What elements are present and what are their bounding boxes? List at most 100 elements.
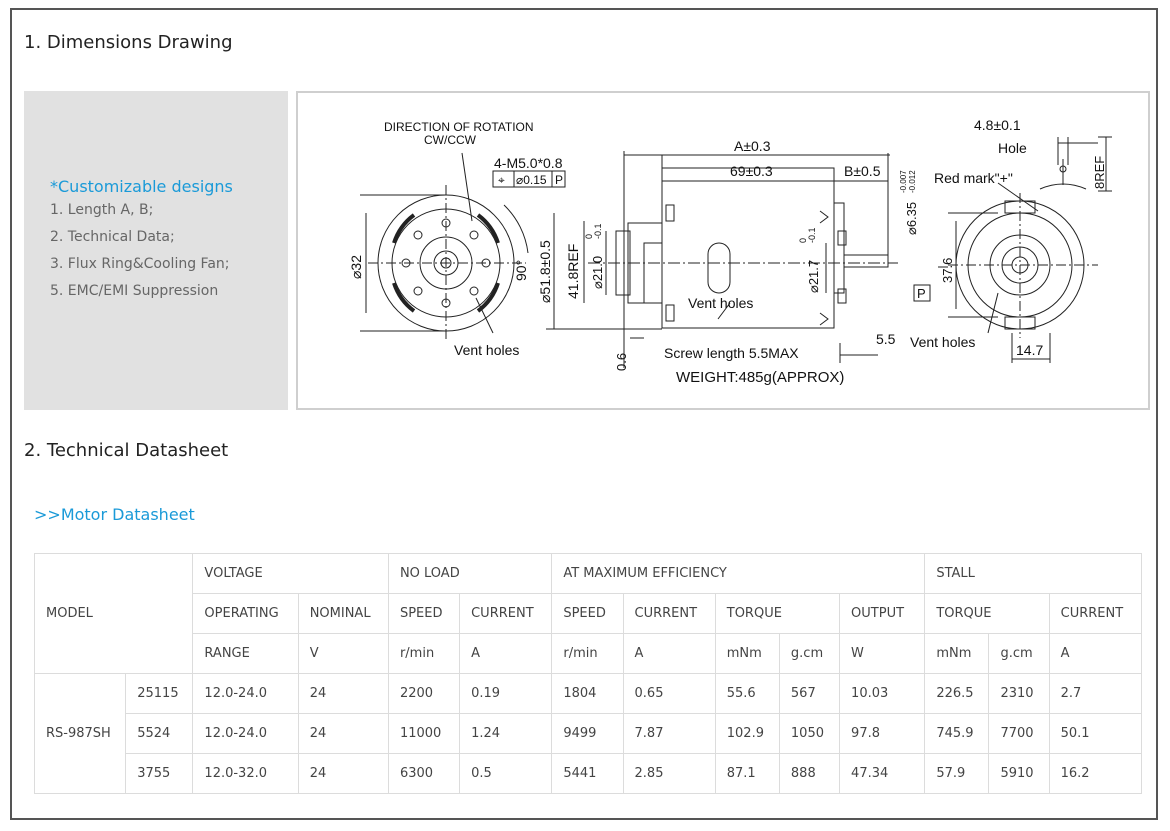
customizable-panel: *Customizable designs 1. Length A, B; 2.… xyxy=(24,91,288,410)
dim-ref-8: 8REF xyxy=(1092,156,1107,189)
table-row: RS-987SH 25115 12.0-24.0 24 2200 0.19 18… xyxy=(33,673,1143,794)
table-cell: 0.19 xyxy=(459,673,553,714)
vent-holes-rear: Vent holes xyxy=(910,334,975,350)
unit-cell: mNm xyxy=(714,633,780,674)
stall-header: STALL xyxy=(924,553,1142,594)
dim-dia-shaft: ⌀6.35 xyxy=(904,202,919,235)
table-cell: 9499 xyxy=(551,713,624,754)
table-row: 3755 12.0-32.0 24 6300 0.5 5441 2.85 87.… xyxy=(35,753,1143,794)
table-cell: 226.5 xyxy=(924,673,990,714)
table-cell: 50.1 xyxy=(1048,713,1143,754)
unit-cell: mNm xyxy=(924,633,990,674)
dim-gap-06: 0.6 xyxy=(614,353,629,371)
datasheet-table: MODEL VOLTAGE NO LOAD AT MAXIMUM EFFICIE… xyxy=(33,553,1143,794)
table-cell: 0.65 xyxy=(622,673,716,714)
table-cell: 24 xyxy=(297,753,389,794)
unit-cell: g.cm xyxy=(988,633,1050,674)
table-cell: 25115 xyxy=(125,673,194,714)
section-title-datasheet: 2. Technical Datasheet xyxy=(24,440,229,461)
dim-dia-32: ⌀32 xyxy=(348,255,364,279)
table-cell: 1.24 xyxy=(459,713,553,754)
table-cell: 888 xyxy=(778,753,841,794)
table-cell: 16.2 xyxy=(1048,753,1143,794)
current-header: CURRENT xyxy=(622,593,716,634)
motor-datasheet-link[interactable]: >>Motor Datasheet xyxy=(34,505,195,524)
table-cell: 2310 xyxy=(988,673,1050,714)
dim-14-7: 14.7 xyxy=(1016,342,1043,358)
table-cell: 10.03 xyxy=(839,673,926,714)
table-cell: 745.9 xyxy=(924,713,990,754)
unit-cell: A xyxy=(622,633,716,674)
page-frame: 1. Dimensions Drawing *Customizable desi… xyxy=(10,8,1158,820)
dim-4-8: 4.8±0.1 xyxy=(974,117,1021,133)
unit-cell: g.cm xyxy=(778,633,841,674)
output-header: OUTPUT xyxy=(839,593,926,634)
table-cell: 57.9 xyxy=(924,753,990,794)
table-cell: 0.5 xyxy=(459,753,553,794)
customizable-title: *Customizable designs xyxy=(50,177,233,196)
dim-ref-41: 41.8REF xyxy=(565,244,581,299)
table-row: 5524 12.0-24.0 24 11000 1.24 9499 7.87 1… xyxy=(35,713,1143,754)
red-mark-label: Red mark"+" xyxy=(934,170,1013,186)
dim-dia-21-lower: -0.1 xyxy=(593,223,603,239)
dim-dia-shaft-upper: -0.007 xyxy=(899,170,908,193)
max-efficiency-header: AT MAXIMUM EFFICIENCY xyxy=(551,553,926,594)
table-cell: 24 xyxy=(297,713,389,754)
dim-dia-21-7-lower: -0.1 xyxy=(807,227,817,243)
model-name-cell: RS-987SH xyxy=(33,673,127,794)
speed-header: SPEED xyxy=(551,593,624,634)
table-cell: 7.87 xyxy=(622,713,716,754)
datum-p-label: P xyxy=(917,286,926,301)
model-header: MODEL xyxy=(33,553,194,674)
customizable-item: 1. Length A, B; xyxy=(50,202,154,218)
table-cell: 12.0-24.0 xyxy=(192,673,299,714)
current-header: CURRENT xyxy=(1048,593,1143,634)
customizable-item: 3. Flux Ring&Cooling Fan; xyxy=(50,256,230,272)
table-cell: 2.85 xyxy=(622,753,716,794)
dim-length-b: B±0.5 xyxy=(844,163,881,179)
weight-label: WEIGHT:485g(APPROX) xyxy=(676,369,844,386)
table-cell: 5910 xyxy=(988,753,1050,794)
table-cell: 2200 xyxy=(387,673,461,714)
dim-angle: 90° xyxy=(513,260,529,281)
customizable-item: 5. EMC/EMI Suppression xyxy=(50,283,219,299)
table-units-row: RANGE V r/min A r/min A mNm g.cm W mNm g… xyxy=(35,633,1143,674)
table-cell: 3755 xyxy=(125,753,194,794)
tolerance-ref: P xyxy=(555,173,563,187)
dimension-drawing: DIRECTION OF ROTATION CW/CCW 4-M5.0*0.8 … xyxy=(296,91,1150,410)
unit-cell: r/min xyxy=(387,633,461,674)
table-cell: 102.9 xyxy=(714,713,780,754)
operating-header: OPERATING xyxy=(192,593,299,634)
screw-spec: 4-M5.0*0.8 xyxy=(494,155,563,171)
table-cell: 1050 xyxy=(778,713,841,754)
table-cell: 24 xyxy=(297,673,389,714)
speed-header: SPEED xyxy=(387,593,461,634)
table-header-row: MODEL VOLTAGE NO LOAD AT MAXIMUM EFFICIE… xyxy=(33,553,1142,674)
table-cell: 6300 xyxy=(387,753,461,794)
table-cell: 11000 xyxy=(387,713,461,754)
dim-37-6: 37.6 xyxy=(940,258,955,283)
rotation-direction: CW/CCW xyxy=(424,133,477,147)
motor-drawing-svg: DIRECTION OF ROTATION CW/CCW 4-M5.0*0.8 … xyxy=(348,117,1112,386)
table-header-row: OPERATING NOMINAL SPEED CURRENT SPEED CU… xyxy=(35,593,1143,634)
vent-holes-front: Vent holes xyxy=(454,342,519,358)
unit-cell: r/min xyxy=(551,633,624,674)
section-title-dimensions: 1. Dimensions Drawing xyxy=(24,32,233,53)
table-cell: 1804 xyxy=(551,673,624,714)
hole-label: Hole xyxy=(998,140,1027,156)
current-header: CURRENT xyxy=(459,593,553,634)
customizable-list: 1. Length A, B; 2. Technical Data; 3. Fl… xyxy=(50,201,229,309)
table-cell: 5524 xyxy=(125,713,194,754)
torque-header: TORQUE xyxy=(714,593,841,634)
vent-holes-side: Vent holes xyxy=(688,295,753,311)
dim-dia-21: ⌀21.0 xyxy=(590,256,605,289)
screw-length: Screw length 5.5MAX xyxy=(664,345,799,361)
tolerance-value: ⌀0.15 xyxy=(516,173,547,187)
table-cell: 47.34 xyxy=(839,753,926,794)
dim-dia-51: ⌀51.8±0.5 xyxy=(537,240,553,303)
dim-length-a: A±0.3 xyxy=(734,138,771,154)
rotation-label: DIRECTION OF ROTATION xyxy=(384,120,534,134)
table-cell: 567 xyxy=(778,673,841,714)
dim-5-5: 5.5 xyxy=(876,331,896,347)
dim-dia-shaft-lower: -0.012 xyxy=(908,170,917,193)
